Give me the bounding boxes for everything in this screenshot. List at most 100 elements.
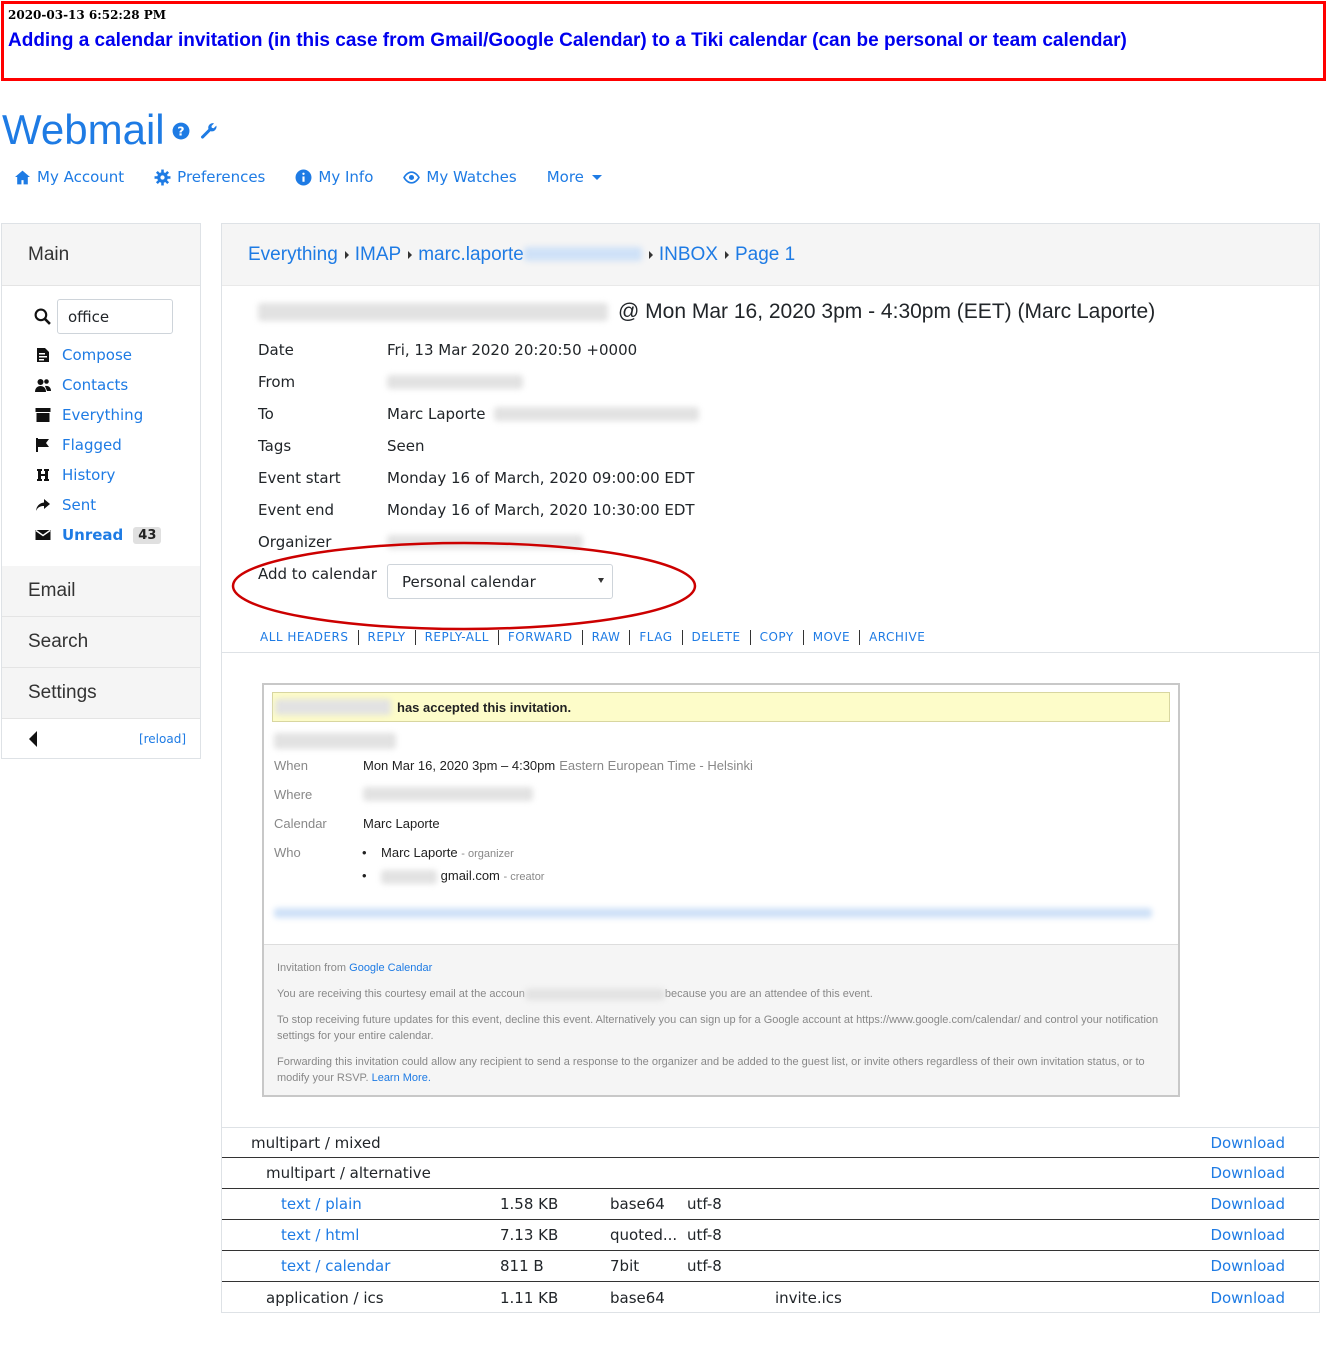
part-type-link[interactable]: text / plain	[281, 1195, 362, 1213]
sidebar-item-sent[interactable]: Sent	[2, 490, 200, 520]
action-separator	[414, 630, 416, 645]
invitation-banner-text: has accepted this invitation.	[397, 699, 572, 715]
part-encoding: quoted...	[610, 1226, 678, 1244]
unread-count-badge: 43	[133, 526, 162, 544]
wrench-icon[interactable]	[200, 122, 218, 140]
breadcrumb-separator-icon	[344, 250, 349, 259]
breadcrumb-imap[interactable]: IMAP	[355, 244, 401, 266]
part-type-link[interactable]: text / html	[281, 1226, 359, 1244]
caret-down-icon	[591, 174, 602, 180]
help-icon[interactable]: ?	[172, 122, 190, 140]
bullet-icon: •	[362, 868, 378, 883]
invite-calendar-label: Calendar	[274, 816, 327, 831]
action-delete[interactable]: DELETE	[692, 630, 741, 645]
invitation-banner: has accepted this invitation.	[272, 692, 1170, 722]
highlight-ellipse	[231, 541, 697, 631]
nav-more-dropdown[interactable]: More	[547, 168, 602, 186]
nav-my-watches[interactable]: My Watches	[403, 168, 517, 186]
history-icon	[37, 469, 49, 481]
action-move[interactable]: MOVE	[813, 630, 850, 645]
top-navigation: My Account Preferences My Info My Watche…	[14, 168, 632, 186]
annotation-box: 2020-03-13 6:52:28 PM Adding a calendar …	[1, 1, 1326, 81]
part-download-link[interactable]: Download	[1210, 1195, 1285, 1213]
redacted-from-address	[387, 375, 523, 389]
nav-preferences[interactable]: Preferences	[154, 168, 265, 186]
part-row: text / html 7.13 KB quoted... utf-8 Down…	[222, 1220, 1319, 1251]
sidebar-section-email[interactable]: Email	[2, 566, 200, 617]
part-encoding: 7bit	[610, 1257, 640, 1275]
action-archive[interactable]: ARCHIVE	[869, 630, 925, 645]
compose-icon	[37, 348, 49, 362]
breadcrumb-account[interactable]: marc.laporte	[418, 244, 642, 266]
part-download-link[interactable]: Download	[1210, 1134, 1285, 1152]
part-row: multipart / mixed Download	[222, 1127, 1319, 1158]
action-reply[interactable]: REPLY	[368, 630, 406, 645]
invite-who-1-name: Marc Laporte	[381, 845, 458, 860]
message-actions: ALL HEADERS REPLY REPLY-ALL FORWARD RAW …	[260, 630, 925, 645]
nav-my-info[interactable]: My Info	[295, 168, 373, 186]
part-size: 811 B	[500, 1257, 544, 1275]
gear-icon	[154, 169, 171, 185]
redacted-event-url	[274, 907, 1152, 918]
reload-link[interactable]: [reload]	[139, 732, 186, 746]
part-download-link[interactable]: Download	[1210, 1289, 1285, 1307]
breadcrumb: Everything IMAP marc.laporte INBOX Page …	[222, 224, 1319, 286]
annotation-timestamp: 2020-03-13 6:52:28 PM	[8, 8, 167, 22]
sidebar-item-everything[interactable]: Everything	[2, 400, 200, 430]
action-raw[interactable]: RAW	[592, 630, 621, 645]
breadcrumb-page[interactable]: Page 1	[735, 244, 795, 266]
sidebar-item-unread[interactable]: Unread 43	[2, 520, 200, 550]
invite-row-where: Where	[274, 787, 533, 802]
part-download-link[interactable]: Download	[1210, 1257, 1285, 1275]
learn-more-link[interactable]: Learn More.	[372, 1072, 431, 1084]
info-icon	[295, 169, 312, 185]
invite-who-item: • gmail.com - creator	[362, 868, 544, 884]
header-row-event-start: Event start Monday 16 of March, 2020 09:…	[258, 462, 699, 494]
annotation-title: Adding a calendar invitation (in this ca…	[8, 30, 1127, 51]
message-divider	[222, 652, 1319, 653]
envelope-icon	[35, 529, 51, 540]
action-forward[interactable]: FORWARD	[508, 630, 573, 645]
invite-who-2-role: - creator	[503, 871, 545, 883]
archive-box-icon	[35, 408, 51, 422]
search-icon[interactable]	[34, 308, 51, 325]
action-copy[interactable]: COPY	[760, 630, 794, 645]
nav-my-account[interactable]: My Account	[14, 168, 124, 186]
header-date-value: Fri, 13 Mar 2020 20:20:50 +0000	[387, 341, 638, 359]
message-parts-table: multipart / mixed Download multipart / a…	[222, 1127, 1319, 1313]
action-flag[interactable]: FLAG	[639, 630, 672, 645]
nav-more-label: More	[546, 168, 584, 186]
invitation-footer: Invitation from Google Calendar You are …	[264, 944, 1178, 1095]
part-type: multipart / alternative	[266, 1164, 431, 1182]
sidebar-section-settings[interactable]: Settings	[2, 668, 200, 719]
action-reply-all[interactable]: REPLY-ALL	[425, 630, 489, 645]
sidebar-item-sent-label: Sent	[62, 496, 97, 514]
invite-row-when: When Mon Mar 16, 2020 3pm – 4:30pm Easte…	[274, 758, 753, 773]
action-separator	[497, 630, 499, 645]
collapse-left-icon[interactable]	[28, 731, 38, 747]
header-row-tags: Tags Seen	[258, 430, 699, 462]
nav-preferences-label: Preferences	[177, 168, 266, 186]
sidebar-item-contacts[interactable]: Contacts	[2, 370, 200, 400]
invitation-title	[274, 732, 396, 750]
part-download-link[interactable]: Download	[1210, 1164, 1285, 1182]
sidebar-search-input[interactable]	[57, 299, 173, 334]
part-charset: utf-8	[687, 1226, 722, 1244]
redacted-event-title	[274, 732, 396, 749]
invitation-event-link[interactable]	[274, 904, 1152, 922]
part-download-link[interactable]: Download	[1210, 1226, 1285, 1244]
sidebar-item-history[interactable]: History	[2, 460, 200, 490]
breadcrumb-everything[interactable]: Everything	[248, 244, 338, 266]
sidebar-main-body: Compose Contacts Everything Flagged Hist…	[2, 286, 200, 566]
breadcrumb-inbox[interactable]: INBOX	[659, 244, 718, 266]
part-type-link[interactable]: text / calendar	[281, 1257, 390, 1275]
sidebar-section-search[interactable]: Search	[2, 617, 200, 668]
sidebar-item-compose[interactable]: Compose	[2, 340, 200, 370]
action-all-headers[interactable]: ALL HEADERS	[260, 630, 349, 645]
sidebar-section-main[interactable]: Main	[2, 224, 200, 286]
header-tags-label: Tags	[258, 437, 292, 455]
sidebar-item-flagged[interactable]: Flagged	[2, 430, 200, 460]
invite-footer-courtesy: You are receiving this courtesy email at…	[277, 986, 1164, 1002]
app-title: Webmail	[2, 106, 165, 153]
google-calendar-link[interactable]: Google Calendar	[349, 962, 432, 974]
